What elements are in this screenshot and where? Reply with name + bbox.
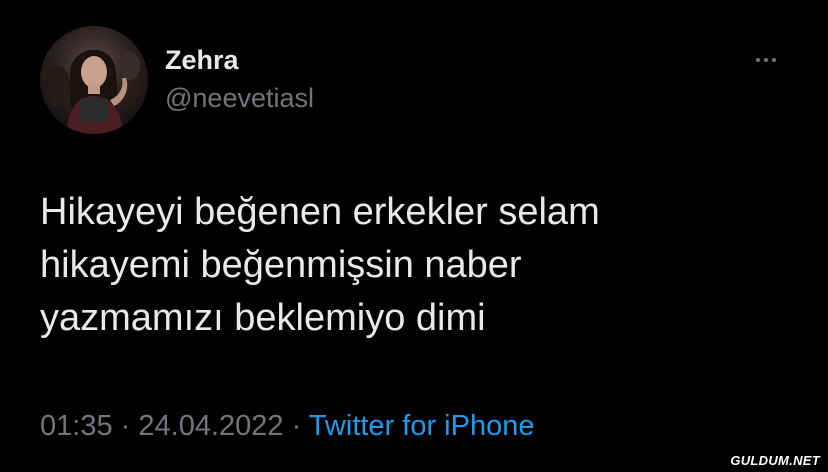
tweet-time[interactable]: 01:35 (40, 410, 113, 442)
author-display-name[interactable]: Zehra (165, 44, 314, 76)
tweet-metadata: 01:35 · 24.04.2022 · Twitter for iPhone (40, 406, 534, 446)
tweet-text-line: Hikayeyi beğenen erkekler selam (40, 191, 600, 233)
avatar[interactable] (40, 26, 148, 134)
more-horizontal-icon (772, 58, 776, 62)
author-handle[interactable]: @neevetiasl (165, 82, 314, 114)
tweet-source-link[interactable]: Twitter for iPhone (309, 410, 535, 442)
tweet-text-line: yazmamızı beklemiyo dimi (40, 297, 486, 339)
site-watermark: GULDUM.NET (730, 453, 820, 468)
more-horizontal-icon (756, 58, 760, 62)
more-options-button[interactable] (748, 48, 784, 72)
tweet-author: Zehra @neevetiasl (165, 44, 314, 114)
more-horizontal-icon (764, 58, 768, 62)
tweet-date[interactable]: 24.04.2022 (138, 410, 283, 442)
tweet-text: Hikayeyi beğenen erkekler selam hikayemi… (40, 186, 780, 345)
tweet-card: Zehra @neevetiasl Hikayeyi beğenen erkek… (0, 0, 828, 472)
meta-separator: · (291, 410, 302, 442)
meta-separator: · (120, 410, 131, 442)
tweet-text-line: hikayemi beğenmişsin naber (40, 244, 522, 286)
avatar-photo (46, 49, 140, 134)
